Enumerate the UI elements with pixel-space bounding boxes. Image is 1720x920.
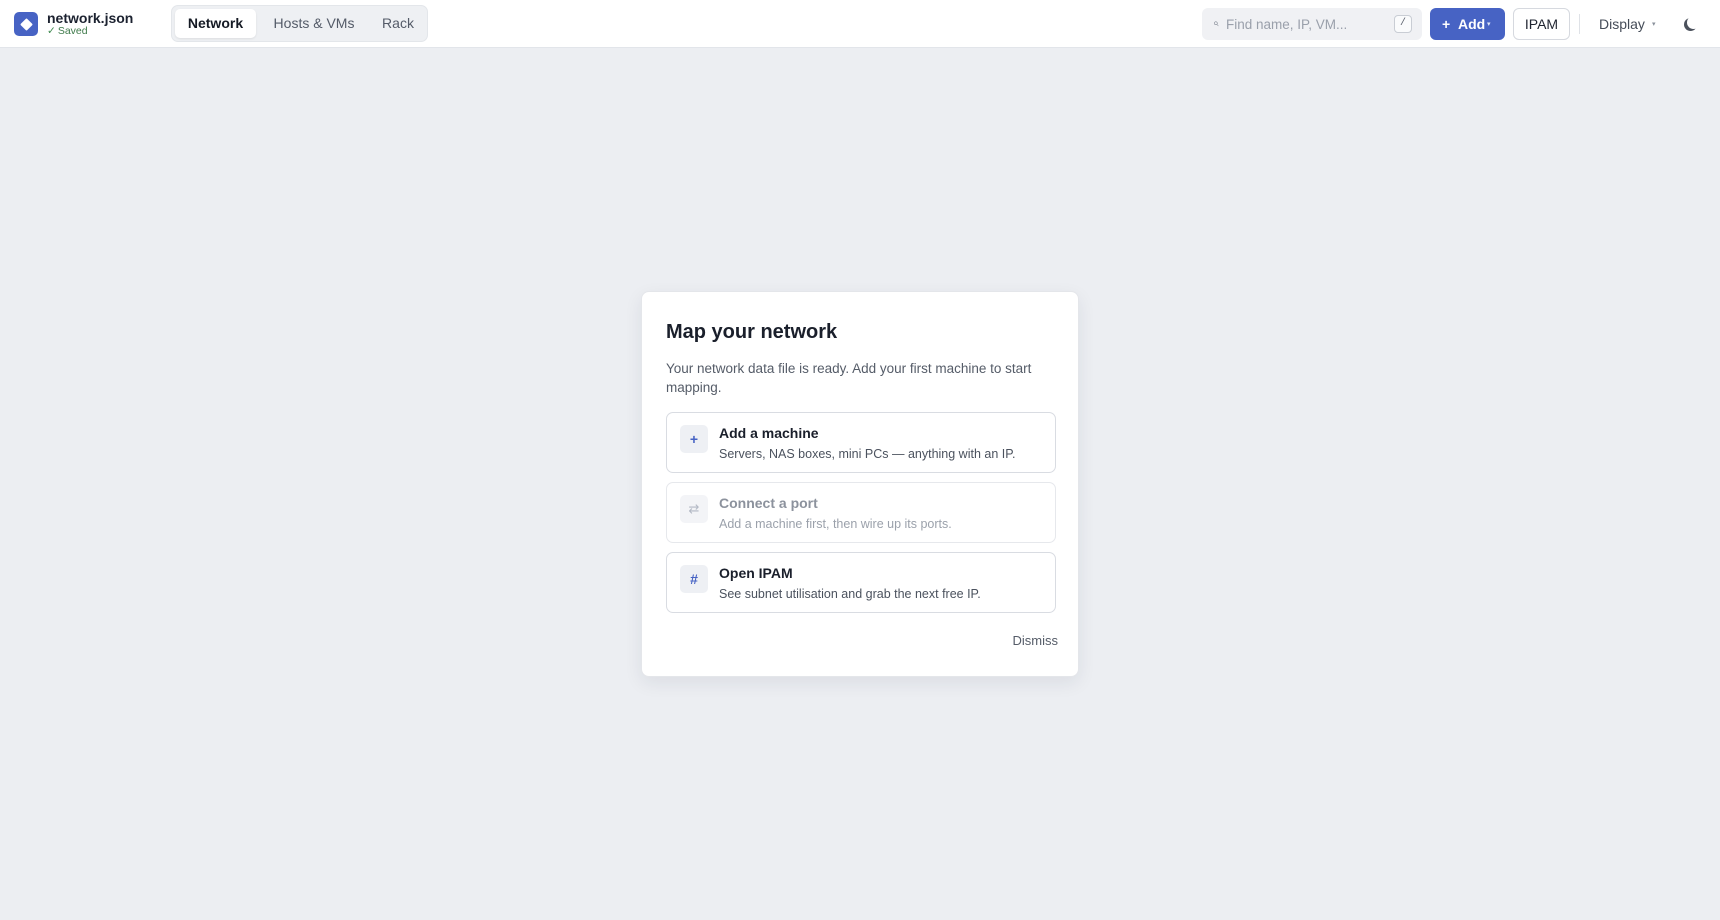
onboarding-description: Your network data file is ready. Add you…	[666, 361, 1032, 395]
plus-icon: +	[1442, 16, 1451, 32]
tab-hosts-vms[interactable]: Hosts & VMs	[260, 9, 368, 38]
add-button-label: Add	[1458, 16, 1486, 32]
tab-rack[interactable]: Rack	[372, 9, 424, 38]
tab-network[interactable]: Network	[175, 9, 256, 38]
file-name: network.json	[47, 10, 134, 26]
moon-icon	[1687, 16, 1700, 29]
search-input[interactable]	[1226, 8, 1391, 40]
chevron-down-icon: ▾	[1652, 21, 1656, 28]
add-button[interactable]: + Add ▾	[1430, 8, 1505, 40]
option-title: Connect a port	[719, 495, 818, 511]
view-tabs: Network Hosts & VMs Rack	[171, 5, 428, 42]
app-logo[interactable]	[14, 12, 38, 36]
display-button-label: Display	[1599, 16, 1645, 32]
option-subtitle: See subnet utilisation and grab the next…	[719, 587, 981, 601]
hash-icon: #	[680, 565, 708, 593]
open-ipam-option[interactable]: # Open IPAM See subnet utilisation and g…	[666, 552, 1056, 613]
check-icon: ✓	[47, 25, 56, 37]
display-menu-button[interactable]: Display ▾	[1591, 8, 1659, 40]
diamond-icon	[19, 17, 33, 31]
save-status: ✓ Saved	[47, 25, 88, 37]
chevron-down-icon: ▾	[1487, 21, 1491, 28]
theme-toggle-button[interactable]	[1676, 12, 1704, 36]
add-machine-option[interactable]: + Add a machine Servers, NAS boxes, mini…	[666, 412, 1056, 473]
option-title: Add a machine	[719, 425, 819, 441]
option-subtitle: Add a machine first, then wire up its po…	[719, 517, 952, 531]
swap-arrows-icon: ⇄	[680, 495, 708, 523]
search-icon: ⌕	[1213, 18, 1219, 29]
shortcut-key: /	[1394, 15, 1412, 33]
toolbar-divider	[1579, 14, 1580, 34]
dismiss-button[interactable]: Dismiss	[994, 631, 1059, 651]
connect-port-option: ⇄ Connect a port Add a machine first, th…	[666, 482, 1056, 543]
option-title: Open IPAM	[719, 565, 793, 581]
onboarding-title: Map your network	[666, 321, 838, 343]
ipam-button[interactable]: IPAM	[1513, 8, 1570, 40]
option-subtitle: Servers, NAS boxes, mini PCs — anything …	[719, 447, 1016, 461]
save-status-label: Saved	[57, 25, 88, 37]
onboarding-card: Map your network Your network data file …	[641, 291, 1079, 677]
search-box[interactable]: ⌕ /	[1202, 8, 1422, 40]
top-bar: network.json ✓ Saved Network Hosts & VMs …	[0, 0, 1720, 48]
plus-icon: +	[680, 425, 708, 453]
